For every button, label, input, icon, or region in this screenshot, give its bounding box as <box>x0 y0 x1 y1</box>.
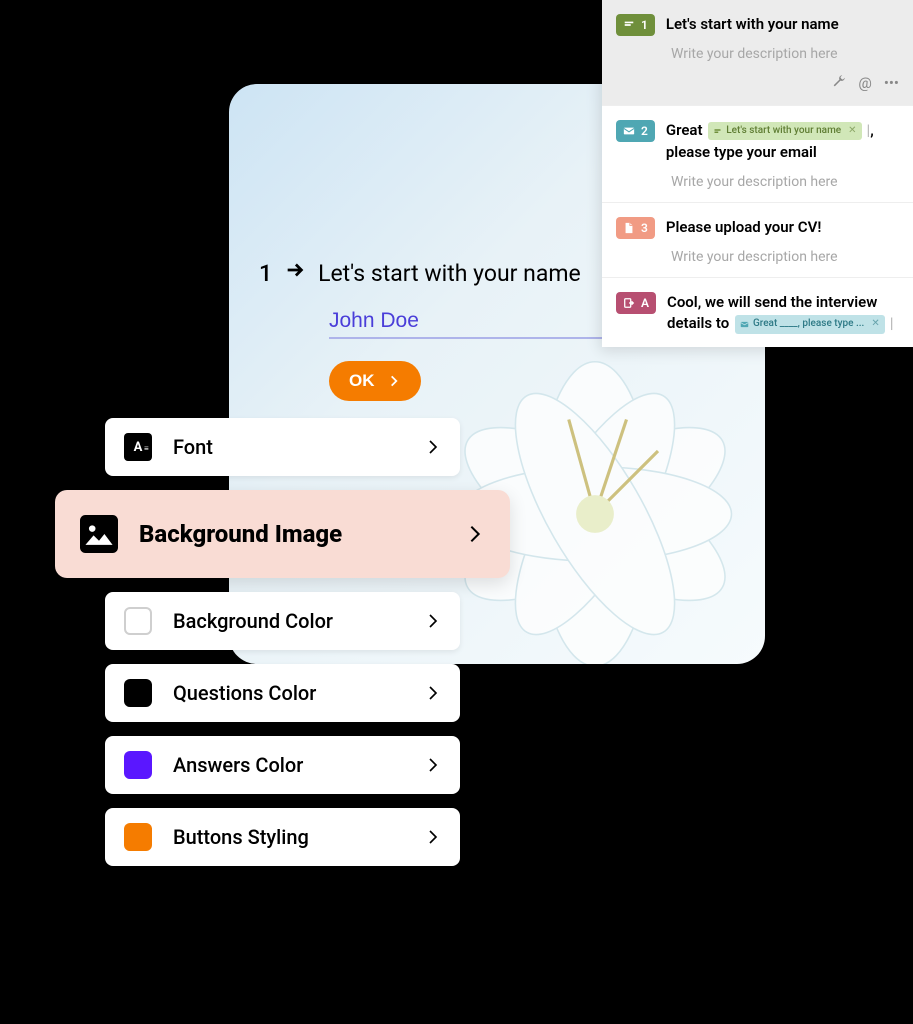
title-text: Great <box>666 121 706 139</box>
close-icon[interactable]: ✕ <box>871 317 879 332</box>
question-text: Let's start with your name <box>318 260 581 287</box>
question-title: Great Let's start with your name ✕ |, pl… <box>666 120 899 164</box>
settings-item-buttons-styling[interactable]: Buttons Styling <box>105 808 460 866</box>
settings-label: Questions Color <box>173 681 404 705</box>
settings-label: Answers Color <box>173 753 404 777</box>
text-icon <box>713 127 722 136</box>
svg-text:A: A <box>134 440 143 455</box>
chevron-right-icon <box>464 523 486 545</box>
chevron-right-icon <box>424 684 442 702</box>
color-swatch-icon <box>123 678 153 708</box>
close-icon[interactable]: ✕ <box>848 124 856 139</box>
settings-menu: A≡ Font Background Image Background Colo… <box>105 418 460 866</box>
at-icon[interactable]: @ <box>858 74 871 93</box>
settings-item-background-image[interactable]: Background Image <box>55 490 510 578</box>
chip-text: Great ____, please type ... <box>753 317 864 332</box>
image-icon <box>79 514 119 554</box>
wrench-icon[interactable] <box>831 74 846 93</box>
question-title: Cool, we will send the interview details… <box>667 292 899 336</box>
question-number: 1 <box>259 260 272 287</box>
question-description: Write your description here <box>671 46 899 62</box>
settings-label: Font <box>173 435 404 459</box>
question-list-panel: 1 Let's start with your name Write your … <box>602 0 913 347</box>
mail-icon <box>740 320 749 329</box>
settings-label: Background Color <box>173 609 404 633</box>
question-description: Write your description here <box>671 174 899 190</box>
settings-label: Background Image <box>139 520 444 548</box>
question-title: Let's start with your name <box>666 14 899 36</box>
color-swatch-icon <box>123 750 153 780</box>
recall-chip[interactable]: Let's start with your name ✕ <box>708 122 861 141</box>
chevron-right-icon <box>424 612 442 630</box>
question-badge: 3 <box>616 217 655 239</box>
more-icon[interactable]: ••• <box>884 74 899 93</box>
settings-item-background-color[interactable]: Background Color <box>105 592 460 650</box>
chevron-right-icon <box>387 374 401 388</box>
question-badge-number: A <box>641 296 649 310</box>
cursor-icon: | <box>890 314 894 332</box>
question-badge: 2 <box>616 120 655 142</box>
ok-button-label: OK <box>349 371 375 391</box>
question-badge-number: 1 <box>641 18 648 32</box>
question-badge: A <box>616 292 656 314</box>
question-badge: 1 <box>616 14 655 36</box>
svg-text:≡: ≡ <box>144 444 149 453</box>
file-icon <box>623 222 635 234</box>
question-item[interactable]: 2 Great Let's start with your name ✕ |, … <box>602 106 913 203</box>
arrow-right-icon <box>284 259 306 287</box>
question-description: Write your description here <box>671 249 899 265</box>
recall-chip[interactable]: Great ____, please type ... ✕ <box>735 315 885 334</box>
mail-icon <box>623 125 635 137</box>
chevron-right-icon <box>424 756 442 774</box>
chevron-right-icon <box>424 828 442 846</box>
question-item[interactable]: 1 Let's start with your name Write your … <box>602 0 913 106</box>
color-swatch-icon <box>123 822 153 852</box>
exit-icon <box>623 297 635 309</box>
question-item[interactable]: 3 Please upload your CV! Write your desc… <box>602 203 913 278</box>
font-icon: A≡ <box>123 432 153 462</box>
chip-text: Let's start with your name <box>726 124 841 139</box>
question-badge-number: 3 <box>641 221 648 235</box>
question-item[interactable]: A Cool, we will send the interview detai… <box>602 278 913 348</box>
settings-item-questions-color[interactable]: Questions Color <box>105 664 460 722</box>
question-title: Please upload your CV! <box>666 217 899 239</box>
ok-button[interactable]: OK <box>329 361 421 401</box>
settings-label: Buttons Styling <box>173 825 404 849</box>
text-icon <box>623 19 635 31</box>
question-tools: @ ••• <box>616 74 899 93</box>
settings-item-font[interactable]: A≡ Font <box>105 418 460 476</box>
settings-item-answers-color[interactable]: Answers Color <box>105 736 460 794</box>
color-swatch-icon <box>123 606 153 636</box>
question-badge-number: 2 <box>641 124 648 138</box>
chevron-right-icon <box>424 438 442 456</box>
